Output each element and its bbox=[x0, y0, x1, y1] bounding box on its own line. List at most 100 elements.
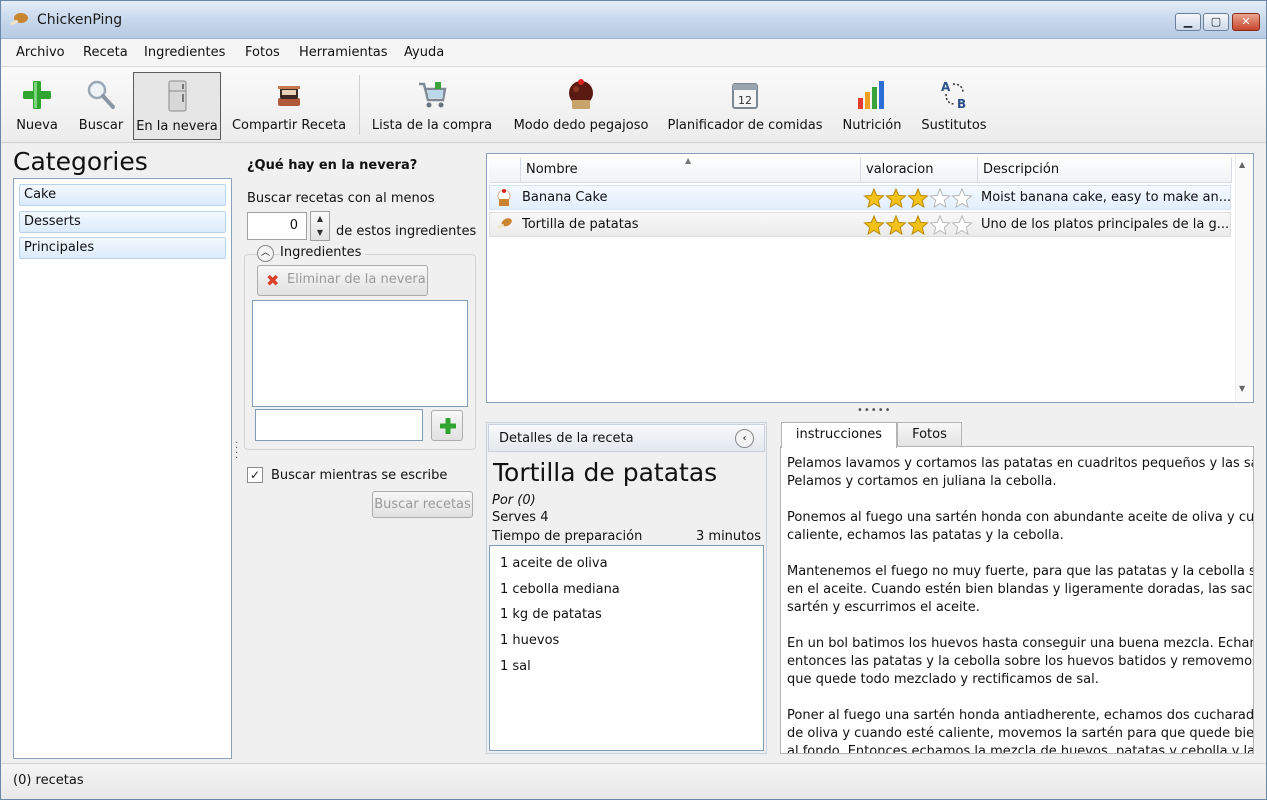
meal-planner-button[interactable]: 12 Planificador de comidas bbox=[665, 72, 825, 140]
drumstick-icon bbox=[10, 13, 28, 26]
instruction-line: de oliva y cuando esté caliente, movemos… bbox=[787, 726, 1254, 741]
substitutes-button[interactable]: A B Sustitutos bbox=[917, 72, 991, 140]
sort-arrow-icon: ▲ bbox=[685, 156, 692, 165]
star-empty-icon[interactable] bbox=[929, 188, 951, 209]
instruction-line: Mantenemos el fuego no muy fuerte, para … bbox=[787, 564, 1254, 579]
nutrition-button[interactable]: Nutrición bbox=[837, 72, 907, 140]
horizontal-splitter[interactable]: ••••• bbox=[857, 405, 892, 416]
instruction-paragraph: Mantenemos el fuego no muy fuerte, para … bbox=[781, 563, 1253, 617]
tab-instrucciones[interactable]: instrucciones bbox=[781, 422, 897, 448]
star-filled-icon[interactable] bbox=[863, 215, 885, 236]
menu-archivo[interactable]: Archivo bbox=[16, 45, 65, 60]
recipe-details-header: Detalles de la receta ‹ bbox=[488, 424, 765, 452]
list-item: 1 cebolla mediana bbox=[500, 582, 620, 597]
chevron-down-icon[interactable]: ▼ bbox=[311, 226, 329, 240]
table-row[interactable]: Banana Cake Moist banana cake, easy to m… bbox=[489, 185, 1231, 210]
share-icon bbox=[278, 86, 300, 106]
instruction-line: Pelamos y cortamos en juliana la cebolla… bbox=[787, 474, 1057, 489]
star-filled-icon[interactable] bbox=[863, 188, 885, 209]
maximize-button[interactable]: ▢ bbox=[1203, 13, 1229, 31]
instruction-line: caliente, echamos las patatas y la cebol… bbox=[787, 528, 1064, 543]
star-filled-icon[interactable] bbox=[885, 188, 907, 209]
categories-list: Cake Desserts Principales bbox=[13, 178, 232, 759]
menu-herramientas[interactable]: Herramientas bbox=[299, 45, 388, 60]
star-filled-icon[interactable] bbox=[885, 215, 907, 236]
star-empty-icon[interactable] bbox=[929, 215, 951, 236]
rating-stars bbox=[863, 215, 973, 236]
fridge-ingredients-list[interactable] bbox=[252, 300, 468, 407]
status-bar: (0) recetas bbox=[1, 763, 1266, 799]
star-empty-icon[interactable] bbox=[951, 215, 973, 236]
column-header-rating[interactable]: valoracion bbox=[861, 157, 978, 183]
min-ingredients-input[interactable]: 0 bbox=[247, 212, 307, 240]
toolbar-separator bbox=[359, 75, 360, 135]
instruction-line: sartén y escurrimos el aceite. bbox=[787, 600, 980, 615]
menu-fotos[interactable]: Fotos bbox=[245, 45, 280, 60]
svg-text:A: A bbox=[941, 80, 951, 94]
recipe-title: Tortilla de patatas bbox=[493, 458, 718, 487]
menu-receta[interactable]: Receta bbox=[83, 45, 128, 60]
category-item-desserts[interactable]: Desserts bbox=[19, 211, 226, 233]
close-button[interactable]: ✕ bbox=[1232, 13, 1260, 31]
minimize-button[interactable]: ▁ bbox=[1175, 13, 1201, 31]
star-filled-icon[interactable] bbox=[907, 215, 929, 236]
cupcake-icon bbox=[497, 189, 511, 206]
list-item: 1 aceite de oliva bbox=[500, 556, 608, 571]
recipe-count: (0) recetas bbox=[13, 773, 84, 788]
scroll-up-icon[interactable]: ▲ bbox=[1239, 160, 1245, 169]
in-fridge-button[interactable]: En la nevera bbox=[133, 72, 221, 140]
list-item: 1 kg de patatas bbox=[500, 607, 602, 622]
star-filled-icon[interactable] bbox=[907, 188, 929, 209]
chevron-up-icon[interactable]: ▲ bbox=[311, 212, 329, 226]
menu-ayuda[interactable]: Ayuda bbox=[404, 45, 444, 60]
instruction-paragraph: En un bol batimos los huevos hasta conse… bbox=[781, 635, 1253, 689]
new-recipe-button[interactable]: Nueva bbox=[9, 72, 65, 140]
tab-fotos[interactable]: Fotos bbox=[897, 422, 962, 447]
collapse-icon[interactable]: ︿ bbox=[257, 245, 274, 262]
sticky-finger-mode-button[interactable]: Modo dedo pegajoso bbox=[509, 72, 653, 140]
vertical-splitter[interactable]: · · · · bbox=[235, 439, 241, 464]
search-button[interactable]: Buscar bbox=[73, 72, 129, 140]
instruction-paragraph: Poner al fuego una sartén honda antiadhe… bbox=[781, 707, 1254, 753]
star-empty-icon[interactable] bbox=[951, 188, 973, 209]
category-item-cake[interactable]: Cake bbox=[19, 184, 226, 206]
app-window: ChickenPing ▁ ▢ ✕ Archivo Receta Ingredi… bbox=[0, 0, 1267, 800]
search-recipes-button[interactable]: Buscar recetas bbox=[372, 491, 473, 518]
add-ingredient-button[interactable] bbox=[431, 410, 463, 441]
share-recipe-button[interactable]: Compartir Receta bbox=[229, 72, 349, 140]
shopping-list-button[interactable]: Lista de la compra bbox=[369, 72, 495, 140]
svg-text:B: B bbox=[957, 97, 966, 111]
instruction-paragraph: Pelamos lavamos y cortamos las patatas e… bbox=[781, 455, 1253, 491]
recipe-author: Por (0) bbox=[492, 493, 536, 508]
ingredients-group-label: Ingredientes bbox=[280, 245, 366, 260]
search-min-label: Buscar recetas con al menos bbox=[247, 191, 435, 206]
prep-time-label: Tiempo de preparación bbox=[492, 529, 643, 544]
column-header-name[interactable]: Nombre ▲ bbox=[521, 156, 861, 183]
fridge-panel-title: ¿Qué hay en la nevera? bbox=[247, 158, 418, 173]
plus-icon bbox=[23, 81, 51, 109]
x-icon: ✖ bbox=[266, 271, 280, 290]
add-ingredient-input[interactable] bbox=[255, 409, 423, 441]
icon-column-header[interactable] bbox=[489, 157, 521, 183]
table-scrollbar[interactable]: ▲ ▼ bbox=[1235, 154, 1253, 402]
search-while-typing-label: Buscar mientras se escribe bbox=[271, 468, 448, 483]
instruction-line: que quede todo mezclado y rectificamos d… bbox=[787, 672, 1099, 687]
table-row[interactable]: Tortilla de patatas Uno de los platos pr… bbox=[489, 212, 1231, 237]
instruction-line: en el aceite. Cuando estén bien blandas … bbox=[787, 582, 1254, 597]
fridge-icon bbox=[168, 80, 187, 112]
title-bar[interactable]: ChickenPing ▁ ▢ ✕ bbox=[1, 1, 1266, 39]
menu-ingredientes[interactable]: Ingredientes bbox=[144, 45, 225, 60]
search-while-typing-checkbox[interactable]: ✓ bbox=[247, 467, 263, 483]
calendar-icon: 12 bbox=[732, 83, 758, 109]
min-ingredients-stepper[interactable]: ▲ ▼ bbox=[310, 211, 330, 241]
list-item: 1 huevos bbox=[500, 633, 560, 648]
category-item-principales[interactable]: Principales bbox=[19, 237, 226, 259]
remove-from-fridge-button[interactable]: ✖ Eliminar de la nevera bbox=[257, 265, 428, 296]
instruction-line: Ponemos al fuego una sartén honda con ab… bbox=[787, 510, 1254, 525]
substitute-icon: A B bbox=[941, 80, 966, 111]
chevron-left-icon[interactable]: ‹ bbox=[735, 429, 754, 448]
categories-title: Categories bbox=[13, 147, 148, 176]
scroll-down-icon[interactable]: ▼ bbox=[1239, 384, 1245, 393]
column-header-description[interactable]: Descripción bbox=[978, 157, 1232, 183]
plus-icon bbox=[440, 418, 456, 434]
